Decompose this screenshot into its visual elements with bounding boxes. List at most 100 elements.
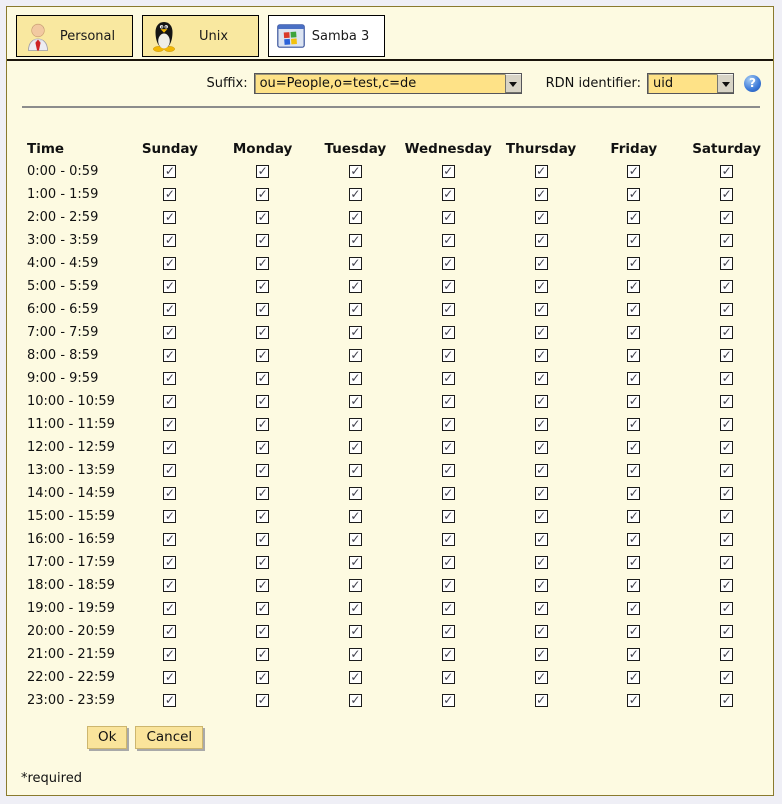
hour-checkbox-tuesday[interactable] bbox=[349, 349, 362, 362]
hour-checkbox-thursday[interactable] bbox=[535, 257, 548, 270]
hour-checkbox-tuesday[interactable] bbox=[349, 694, 362, 707]
hour-checkbox-monday[interactable] bbox=[256, 464, 269, 477]
hour-checkbox-monday[interactable] bbox=[256, 326, 269, 339]
hour-checkbox-friday[interactable] bbox=[627, 533, 640, 546]
hour-checkbox-monday[interactable] bbox=[256, 579, 269, 592]
hour-checkbox-monday[interactable] bbox=[256, 625, 269, 638]
hour-checkbox-sunday[interactable] bbox=[163, 694, 176, 707]
help-icon[interactable]: ? bbox=[744, 75, 761, 92]
hour-checkbox-wednesday[interactable] bbox=[442, 395, 455, 408]
hour-checkbox-sunday[interactable] bbox=[163, 280, 176, 293]
hour-checkbox-friday[interactable] bbox=[627, 464, 640, 477]
hour-checkbox-tuesday[interactable] bbox=[349, 510, 362, 523]
hour-checkbox-saturday[interactable] bbox=[720, 648, 733, 661]
hour-checkbox-tuesday[interactable] bbox=[349, 556, 362, 569]
hour-checkbox-wednesday[interactable] bbox=[442, 372, 455, 385]
hour-checkbox-monday[interactable] bbox=[256, 188, 269, 201]
hour-checkbox-sunday[interactable] bbox=[163, 303, 176, 316]
hour-checkbox-saturday[interactable] bbox=[720, 556, 733, 569]
hour-checkbox-sunday[interactable] bbox=[163, 487, 176, 500]
hour-checkbox-thursday[interactable] bbox=[535, 487, 548, 500]
hour-checkbox-thursday[interactable] bbox=[535, 326, 548, 339]
hour-checkbox-friday[interactable] bbox=[627, 579, 640, 592]
hour-checkbox-sunday[interactable] bbox=[163, 464, 176, 477]
hour-checkbox-thursday[interactable] bbox=[535, 303, 548, 316]
hour-checkbox-wednesday[interactable] bbox=[442, 510, 455, 523]
hour-checkbox-monday[interactable] bbox=[256, 257, 269, 270]
hour-checkbox-saturday[interactable] bbox=[720, 671, 733, 684]
hour-checkbox-wednesday[interactable] bbox=[442, 257, 455, 270]
hour-checkbox-friday[interactable] bbox=[627, 694, 640, 707]
hour-checkbox-monday[interactable] bbox=[256, 602, 269, 615]
hour-checkbox-friday[interactable] bbox=[627, 326, 640, 339]
hour-checkbox-friday[interactable] bbox=[627, 395, 640, 408]
hour-checkbox-friday[interactable] bbox=[627, 234, 640, 247]
hour-checkbox-thursday[interactable] bbox=[535, 533, 548, 546]
hour-checkbox-thursday[interactable] bbox=[535, 510, 548, 523]
hour-checkbox-thursday[interactable] bbox=[535, 648, 548, 661]
hour-checkbox-saturday[interactable] bbox=[720, 303, 733, 316]
hour-checkbox-tuesday[interactable] bbox=[349, 487, 362, 500]
hour-checkbox-wednesday[interactable] bbox=[442, 188, 455, 201]
hour-checkbox-tuesday[interactable] bbox=[349, 234, 362, 247]
hour-checkbox-wednesday[interactable] bbox=[442, 579, 455, 592]
hour-checkbox-wednesday[interactable] bbox=[442, 533, 455, 546]
hour-checkbox-sunday[interactable] bbox=[163, 556, 176, 569]
hour-checkbox-tuesday[interactable] bbox=[349, 533, 362, 546]
hour-checkbox-thursday[interactable] bbox=[535, 694, 548, 707]
hour-checkbox-sunday[interactable] bbox=[163, 418, 176, 431]
hour-checkbox-thursday[interactable] bbox=[535, 165, 548, 178]
hour-checkbox-friday[interactable] bbox=[627, 349, 640, 362]
hour-checkbox-sunday[interactable] bbox=[163, 372, 176, 385]
hour-checkbox-monday[interactable] bbox=[256, 395, 269, 408]
hour-checkbox-monday[interactable] bbox=[256, 533, 269, 546]
hour-checkbox-saturday[interactable] bbox=[720, 625, 733, 638]
hour-checkbox-saturday[interactable] bbox=[720, 487, 733, 500]
hour-checkbox-friday[interactable] bbox=[627, 211, 640, 224]
hour-checkbox-sunday[interactable] bbox=[163, 510, 176, 523]
hour-checkbox-thursday[interactable] bbox=[535, 625, 548, 638]
hour-checkbox-wednesday[interactable] bbox=[442, 694, 455, 707]
hour-checkbox-friday[interactable] bbox=[627, 303, 640, 316]
hour-checkbox-sunday[interactable] bbox=[163, 441, 176, 454]
hour-checkbox-monday[interactable] bbox=[256, 694, 269, 707]
hour-checkbox-saturday[interactable] bbox=[720, 441, 733, 454]
hour-checkbox-sunday[interactable] bbox=[163, 395, 176, 408]
hour-checkbox-monday[interactable] bbox=[256, 349, 269, 362]
hour-checkbox-wednesday[interactable] bbox=[442, 326, 455, 339]
hour-checkbox-thursday[interactable] bbox=[535, 602, 548, 615]
rdn-identifier-select[interactable]: uid bbox=[647, 73, 734, 94]
hour-checkbox-saturday[interactable] bbox=[720, 694, 733, 707]
hour-checkbox-wednesday[interactable] bbox=[442, 464, 455, 477]
hour-checkbox-wednesday[interactable] bbox=[442, 280, 455, 293]
hour-checkbox-wednesday[interactable] bbox=[442, 349, 455, 362]
hour-checkbox-monday[interactable] bbox=[256, 211, 269, 224]
hour-checkbox-thursday[interactable] bbox=[535, 671, 548, 684]
hour-checkbox-wednesday[interactable] bbox=[442, 556, 455, 569]
hour-checkbox-friday[interactable] bbox=[627, 257, 640, 270]
hour-checkbox-saturday[interactable] bbox=[720, 211, 733, 224]
hour-checkbox-friday[interactable] bbox=[627, 648, 640, 661]
hour-checkbox-friday[interactable] bbox=[627, 418, 640, 431]
hour-checkbox-tuesday[interactable] bbox=[349, 602, 362, 615]
hour-checkbox-thursday[interactable] bbox=[535, 441, 548, 454]
tab-personal[interactable]: Personal bbox=[16, 15, 133, 57]
suffix-select[interactable]: ou=People,o=test,c=de bbox=[254, 73, 522, 94]
hour-checkbox-sunday[interactable] bbox=[163, 602, 176, 615]
hour-checkbox-friday[interactable] bbox=[627, 280, 640, 293]
hour-checkbox-saturday[interactable] bbox=[720, 602, 733, 615]
hour-checkbox-tuesday[interactable] bbox=[349, 441, 362, 454]
hour-checkbox-monday[interactable] bbox=[256, 303, 269, 316]
hour-checkbox-monday[interactable] bbox=[256, 418, 269, 431]
hour-checkbox-saturday[interactable] bbox=[720, 257, 733, 270]
hour-checkbox-monday[interactable] bbox=[256, 372, 269, 385]
hour-checkbox-tuesday[interactable] bbox=[349, 257, 362, 270]
hour-checkbox-sunday[interactable] bbox=[163, 234, 176, 247]
hour-checkbox-thursday[interactable] bbox=[535, 395, 548, 408]
hour-checkbox-friday[interactable] bbox=[627, 556, 640, 569]
hour-checkbox-friday[interactable] bbox=[627, 188, 640, 201]
hour-checkbox-saturday[interactable] bbox=[720, 280, 733, 293]
hour-checkbox-wednesday[interactable] bbox=[442, 487, 455, 500]
hour-checkbox-tuesday[interactable] bbox=[349, 395, 362, 408]
hour-checkbox-tuesday[interactable] bbox=[349, 188, 362, 201]
